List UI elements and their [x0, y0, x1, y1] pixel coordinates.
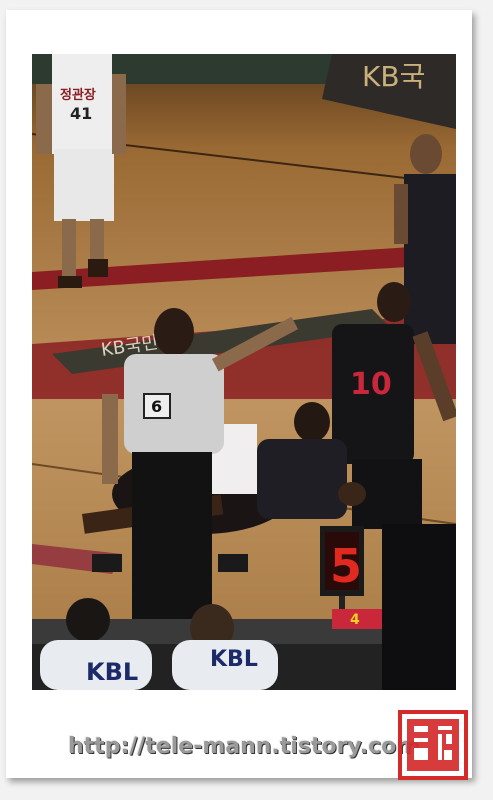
opponent-number: 10 — [350, 367, 392, 402]
table-label-left: KBL — [86, 658, 138, 686]
person-right-edge — [382, 524, 456, 690]
referee-number: 6 — [151, 397, 162, 416]
shot-clock-value: 5 — [330, 539, 362, 593]
table-label-right: KBL — [210, 647, 258, 672]
player-number-41: 41 — [70, 104, 92, 123]
banner-text: KB국 — [362, 60, 425, 93]
artist-seal-stamp — [398, 710, 468, 780]
table-number: 4 — [350, 612, 360, 628]
blog-url: http://tele-mann.tistory.com — [68, 734, 420, 759]
player-name: 정관장 — [60, 87, 96, 103]
photo-frame: KB국 KB국민카드 정관장 41 10 6 5 4 KBL KBL http:… — [6, 10, 472, 780]
basketball-photo: KB국 KB국민카드 정관장 41 10 6 5 4 KBL KBL — [32, 54, 456, 690]
